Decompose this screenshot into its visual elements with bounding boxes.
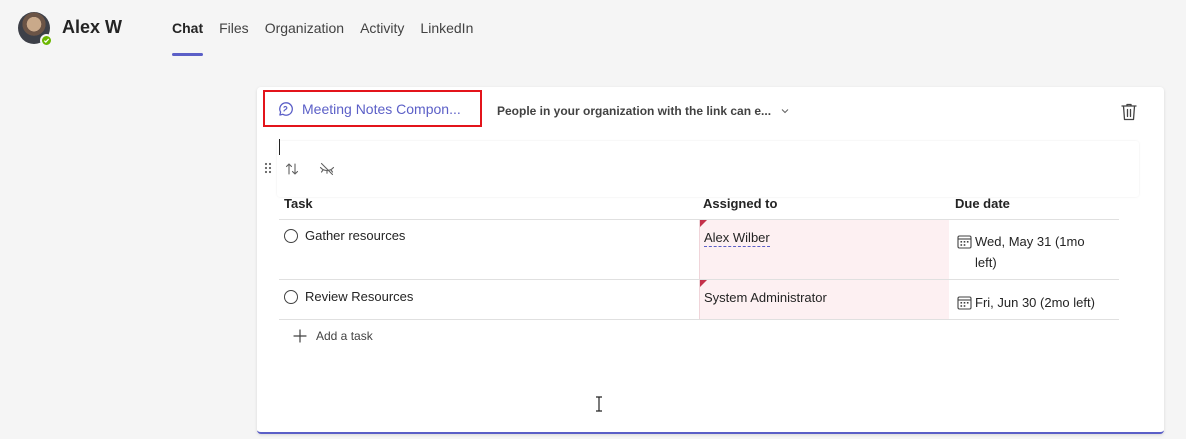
presence-available-icon (40, 34, 53, 47)
presence-marker (700, 280, 707, 287)
permission-text: People in your organization with the lin… (497, 104, 772, 118)
presence-marker (700, 220, 707, 227)
tab-organization[interactable]: Organization (257, 0, 352, 56)
task-complete-checkbox[interactable] (284, 228, 298, 243)
component-name: Meeting Notes Compon... (302, 100, 461, 117)
chat-bubble-icon (279, 101, 293, 116)
due-date-cell[interactable]: Wed, May 31 (1mo left) (957, 231, 1107, 273)
loop-component-card: Meeting Notes Compon... People in your o… (257, 87, 1164, 434)
sharing-permission-dropdown[interactable]: People in your organization with the lin… (497, 104, 789, 118)
due-date-text: Fri, Jun 30 (2mo left) (975, 295, 1095, 310)
column-header-due-date[interactable]: Due date (955, 187, 1010, 219)
avatar[interactable] (18, 12, 53, 47)
drag-handle-icon[interactable] (264, 162, 272, 174)
task-title: Review Resources (305, 289, 414, 304)
due-date-cell[interactable]: Fri, Jun 30 (2mo left) (957, 292, 1127, 313)
tab-bar: Chat Files Organization Activity LinkedI… (164, 0, 481, 58)
chevron-down-icon (781, 109, 789, 114)
assigned-to-cell[interactable]: Alex Wilber (699, 220, 949, 279)
tab-linkedin[interactable]: LinkedIn (412, 0, 481, 56)
add-task-button[interactable]: Add a task (293, 329, 373, 343)
due-date-text: Wed, May 31 (1mo left) (975, 234, 1085, 270)
app-header: Alex W Chat Files Organization Activity … (0, 0, 1186, 58)
task-title: Gather resources (305, 228, 406, 243)
add-task-label: Add a task (316, 329, 373, 343)
assigned-to-cell[interactable]: System Administrator (699, 280, 949, 319)
tab-chat[interactable]: Chat (164, 0, 211, 56)
table-row-task[interactable]: Review Resources (284, 289, 413, 304)
tab-activity[interactable]: Activity (352, 0, 412, 56)
plus-icon (293, 329, 307, 343)
chat-user-name: Alex W (62, 17, 123, 37)
trash-icon[interactable] (1120, 102, 1138, 122)
calendar-icon (957, 296, 972, 310)
task-complete-checkbox[interactable] (284, 289, 298, 304)
tab-files[interactable]: Files (211, 0, 257, 56)
divider (279, 319, 1119, 320)
calendar-icon (957, 235, 972, 249)
text-cursor (279, 139, 280, 155)
mouse-ibeam-cursor-icon (596, 396, 602, 412)
assignee-name: Alex Wilber (704, 230, 770, 247)
eye-off-icon[interactable] (319, 161, 335, 177)
assignee-name: System Administrator (704, 290, 827, 305)
sort-icon[interactable] (284, 161, 300, 177)
table-row-task[interactable]: Gather resources (284, 228, 405, 243)
column-header-assigned[interactable]: Assigned to (703, 187, 777, 219)
component-name-link[interactable]: Meeting Notes Compon... (263, 90, 482, 127)
column-header-task[interactable]: Task (284, 187, 313, 219)
